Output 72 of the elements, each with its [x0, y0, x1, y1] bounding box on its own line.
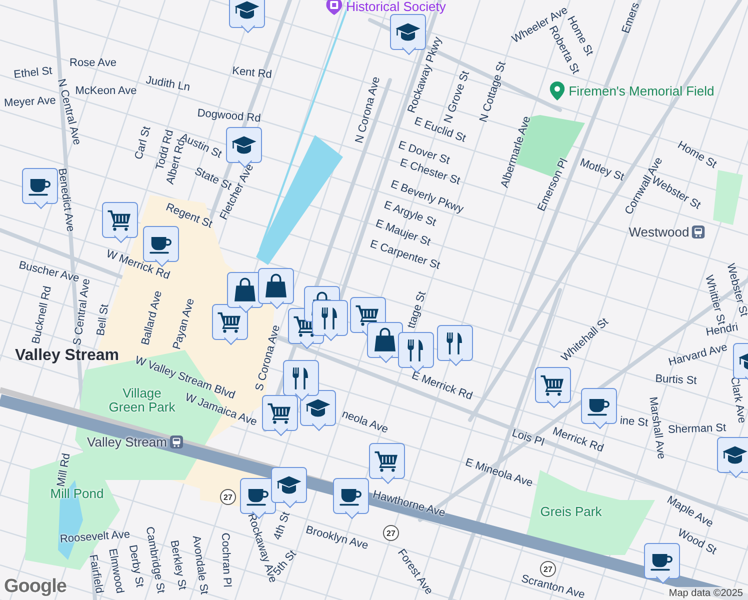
map-marker[interactable] — [262, 395, 298, 437]
street-label: Marshall Ave — [646, 396, 668, 460]
train-icon — [692, 226, 706, 238]
street-label: Ethel St — [13, 65, 53, 81]
street-label: Bell St — [94, 303, 112, 337]
street-label: Brooklyn Ave — [304, 524, 370, 552]
map-marker[interactable] — [212, 304, 248, 346]
street-label: Judith Ln — [144, 74, 192, 94]
route-shield: 27 — [540, 561, 556, 577]
street-label: N Grove St — [442, 69, 472, 125]
street-label: Emers — [620, 1, 642, 35]
street-label: Lois Pl — [510, 427, 546, 449]
street-label: Benedict Ave — [56, 167, 76, 233]
map-marker[interactable] — [258, 268, 294, 310]
street-label: Elmwood — [106, 548, 126, 594]
map-marker[interactable] — [644, 543, 680, 585]
map-marker[interactable] — [390, 14, 426, 56]
map-marker[interactable] — [333, 478, 369, 520]
station-label: Westwood — [628, 224, 690, 240]
street-label: N Corona Ave — [353, 75, 383, 145]
park-label: Village Green Park — [108, 386, 176, 414]
park-area — [713, 170, 743, 225]
park-label: Mill Pond — [50, 487, 104, 501]
street-label: Fairfield — [86, 554, 106, 594]
street-label: Derby St — [126, 544, 146, 588]
map-marker[interactable] — [283, 360, 319, 402]
map-marker[interactable] — [535, 367, 571, 409]
place-label: Firemen's Memorial Field — [568, 84, 714, 98]
map-marker[interactable] — [717, 437, 748, 479]
street-label: Meyer Ave — [4, 94, 56, 110]
street-label: Avondale St — [190, 534, 210, 596]
street-label: Roosevelt Ave — [60, 528, 130, 546]
street-label: Mill Rd — [55, 452, 73, 488]
street-label: Bucknell Rd — [30, 285, 54, 345]
street-label: ine St — [619, 414, 649, 430]
map-marker[interactable] — [367, 322, 403, 364]
map-marker[interactable] — [312, 300, 348, 342]
street-label: McKeon Ave — [75, 85, 137, 97]
street-label: Berkley St — [168, 539, 188, 591]
map-marker[interactable] — [102, 202, 138, 244]
map-logo: Google — [4, 576, 66, 598]
map-marker[interactable] — [300, 390, 336, 432]
street-label: Rose Ave — [70, 57, 116, 69]
street-label: Harvard Ave — [667, 341, 729, 369]
station-label: Valley Stream — [87, 434, 167, 450]
street-label: Carl St — [132, 125, 154, 161]
street-label: Cambridge St — [143, 526, 167, 594]
map-marker[interactable] — [271, 467, 307, 509]
train-icon — [170, 436, 183, 448]
map-attribution: Map data ©2025 — [664, 587, 748, 600]
location-pin-icon — [550, 82, 565, 100]
place-label: Historical Society — [346, 0, 446, 14]
street-label: neola Ave — [340, 408, 390, 436]
street-label: N Cottage St — [478, 60, 508, 124]
route-shield: 27 — [383, 525, 399, 541]
street-label: Burtis St — [654, 372, 698, 388]
street-label: ttage St — [405, 290, 429, 330]
street-label: S Corona Ave — [253, 324, 283, 392]
park-label: Greis Park — [540, 505, 602, 519]
street-label: Ballard Ave — [139, 290, 165, 346]
map-marker[interactable] — [369, 443, 405, 485]
street-label: Buscher Ave — [18, 259, 80, 285]
map-marker[interactable] — [437, 325, 473, 367]
town-label: Valley Stream — [14, 347, 120, 365]
street-label: Cochran Pl — [219, 532, 233, 588]
street-label: 4th St — [271, 510, 293, 542]
street-label: Payan Ave — [171, 297, 197, 351]
street-label: Kent Rd — [232, 64, 272, 82]
street-label: Dogwood Rd — [196, 107, 262, 125]
map-marker[interactable] — [229, 0, 265, 34]
map-marker[interactable] — [22, 168, 58, 210]
street-label: Sherman St — [668, 422, 726, 436]
